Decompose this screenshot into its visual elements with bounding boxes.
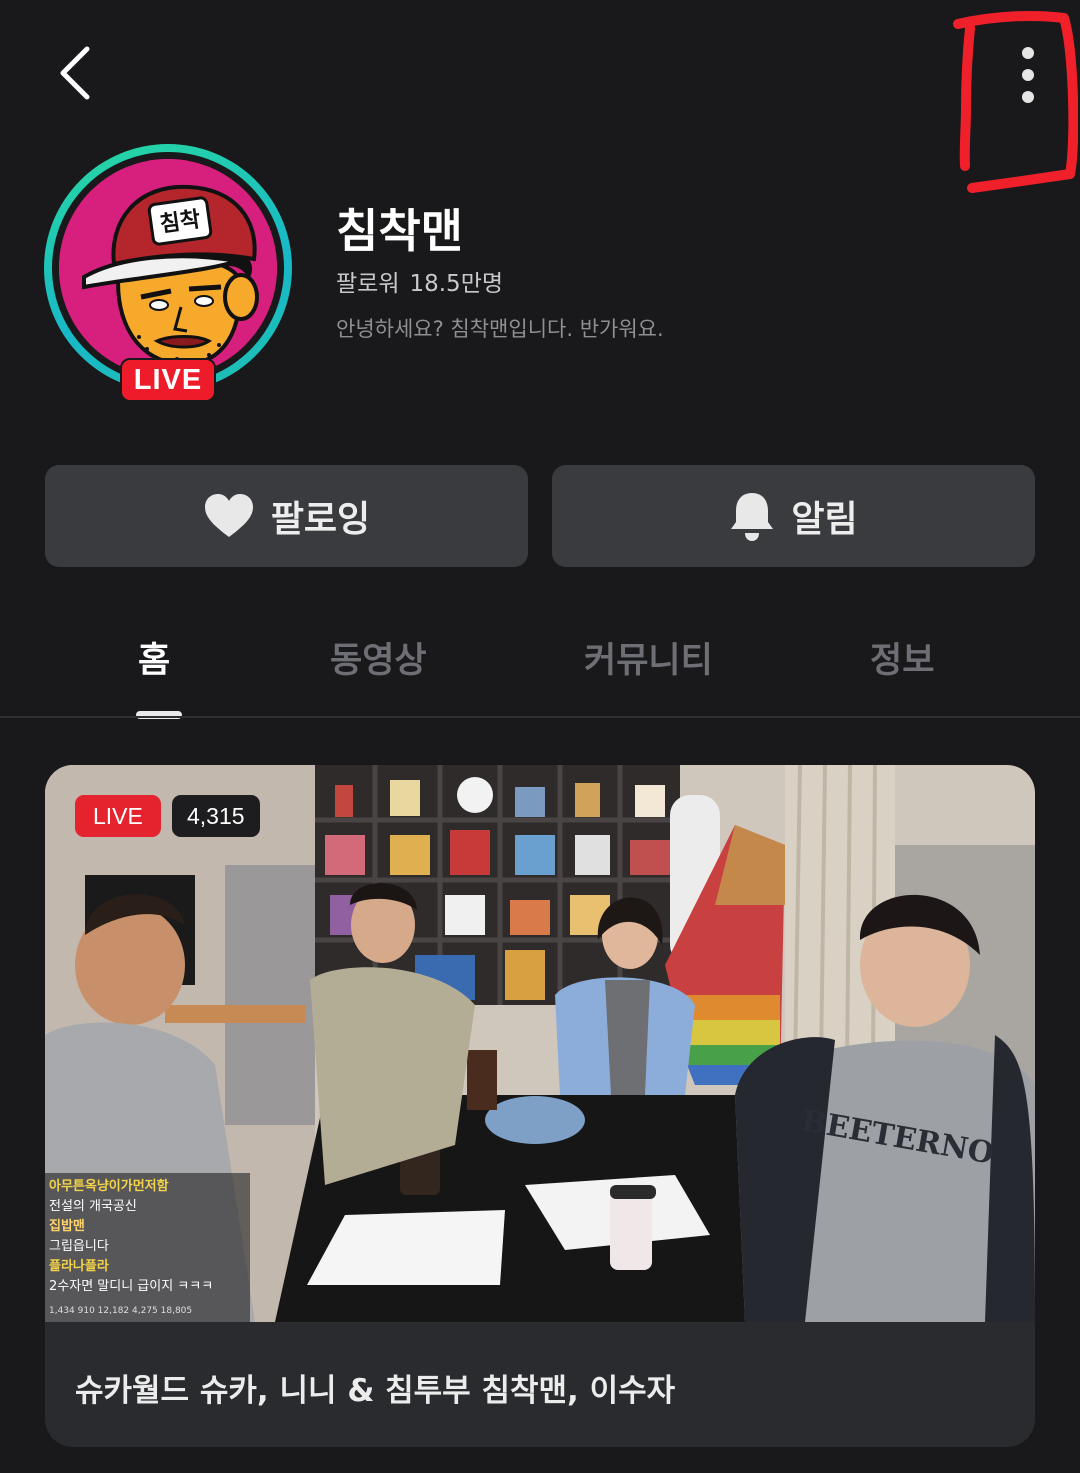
annotation-highlight (953, 11, 1078, 193)
follower-count: 팔로워 18.5만명 (336, 264, 503, 298)
heart-icon (204, 494, 253, 537)
back-button[interactable] (40, 35, 110, 110)
bell-icon (731, 493, 774, 541)
live-thumbnail[interactable]: BEETERNO 아무튼옥냥이가먼저함 전설의 개국공신 집밥맨 그립읍니다 플… (45, 765, 1035, 1322)
following-button[interactable]: 팔로잉 (45, 465, 528, 567)
stream-stats: 1,434 910 12,182 4,275 18,805 (49, 1306, 193, 1316)
chat-message: 그립읍니다 (49, 1239, 109, 1254)
follower-label: 팔로워 (336, 271, 400, 297)
avatar-illustration: 침착 (59, 159, 277, 377)
notification-button[interactable]: 알림 (552, 465, 1035, 567)
viewer-count-badge: 4,315 (172, 795, 260, 837)
chat-nick: 집밥맨 (49, 1219, 85, 1234)
tab-home[interactable]: 홈 (138, 632, 170, 683)
tab-divider (0, 716, 1080, 718)
channel-intro: 안녕하세요? 침착맨입니다. 반가워요. (336, 317, 664, 341)
channel-name: 침착맨 (336, 204, 463, 258)
live-stream-card[interactable]: BEETERNO 아무튼옥냥이가먼저함 전설의 개국공신 집밥맨 그립읍니다 플… (45, 765, 1035, 1447)
live-badge: LIVE (120, 358, 216, 402)
chat-nick: 플라나플라 (49, 1259, 109, 1274)
following-label: 팔로잉 (270, 499, 371, 540)
chat-message: 2수자면 말디니 급이지 ㅋㅋㅋ (49, 1279, 214, 1294)
channel-avatar[interactable]: 침착 (44, 144, 292, 392)
tab-info[interactable]: 정보 (870, 632, 934, 683)
chat-nick: 아무튼옥냥이가먼저함 (49, 1179, 169, 1194)
chat-overlay: 아무튼옥냥이가먼저함 전설의 개국공신 집밥맨 그립읍니다 플라나플라 2수자면… (45, 1173, 250, 1322)
tab-community[interactable]: 커뮤니티 (584, 632, 713, 683)
chat-message: 전설의 개국공신 (49, 1199, 137, 1214)
live-stream-title[interactable]: 슈카월드 슈카, 니니 & 침투부 침착맨, 이수자 (75, 1365, 675, 1410)
follower-number: 18.5만명 (409, 271, 504, 297)
card-live-badge: LIVE (75, 795, 161, 837)
tab-videos[interactable]: 동영상 (330, 632, 427, 683)
notification-label: 알림 (791, 499, 858, 540)
chevron-left-icon (60, 46, 90, 99)
